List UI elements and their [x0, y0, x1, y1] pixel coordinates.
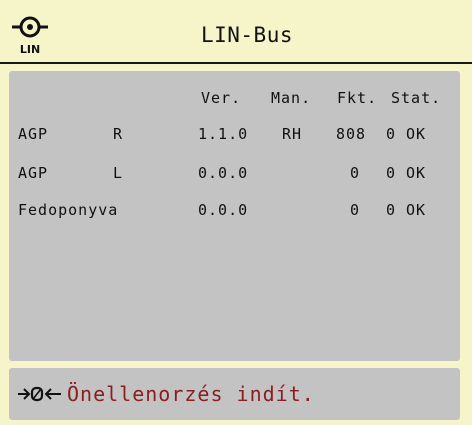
device-version: 1.1.0: [198, 125, 249, 143]
column-header-manufacturer: Man.: [271, 89, 312, 107]
device-version: 0.0.0: [198, 164, 249, 182]
device-counter: 0: [386, 164, 397, 182]
device-function: 0: [350, 201, 361, 219]
column-header-function: Fkt.: [337, 89, 378, 107]
device-counter: 0: [386, 201, 397, 219]
column-header-status: Stat.: [391, 89, 442, 107]
self-test-icon: [18, 386, 61, 402]
device-side: R: [113, 125, 124, 143]
device-name: AGP: [18, 164, 49, 182]
self-test-label: Önellenorzés indít.: [67, 382, 315, 406]
self-test-button[interactable]: Önellenorzés indít.: [9, 368, 460, 420]
header: LIN LIN-Bus: [0, 0, 472, 64]
device-counter: 0: [386, 125, 397, 143]
column-header-version: Ver.: [201, 89, 242, 107]
device-function: 0: [350, 164, 361, 182]
page-title: LIN-Bus: [200, 23, 293, 47]
lin-bus-device-table: Ver. Man. Fkt. Stat. AGP R 1.1.0 RH 808 …: [9, 71, 460, 361]
device-status: OK: [406, 164, 427, 182]
device-side: L: [113, 164, 124, 182]
device-status: OK: [406, 201, 427, 219]
device-name: Fedoponyva: [18, 201, 119, 219]
device-status: OK: [406, 125, 427, 143]
device-version: 0.0.0: [198, 201, 249, 219]
device-manufacturer: RH: [282, 125, 303, 143]
device-function: 808: [336, 125, 367, 143]
device-name: AGP: [18, 125, 49, 143]
